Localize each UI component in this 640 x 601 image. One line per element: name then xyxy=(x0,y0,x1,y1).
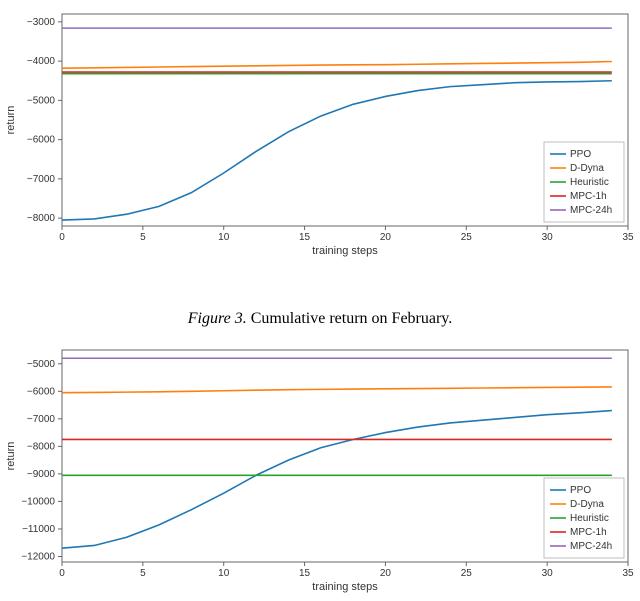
y-tick-label: −10000 xyxy=(21,496,55,507)
x-axis: 0 5 10 15 20 25 30 35 xyxy=(59,562,634,579)
page: 05101520253035−8000−7000−6000−5000−4000−… xyxy=(0,0,640,601)
x-tick-label: 15 xyxy=(299,232,311,243)
legend-label: PPO xyxy=(570,149,591,160)
x-tick-label: 35 xyxy=(622,232,634,243)
legend-label: MPC-1h xyxy=(570,527,607,538)
x-axis: 0 5 10 15 20 25 30 35 xyxy=(59,226,634,243)
legend: PPO D-Dyna Heuristic MPC-1h MPC-24h xyxy=(544,478,624,558)
x-tick-label: 20 xyxy=(380,568,392,579)
y-tick-label: −11000 xyxy=(22,524,55,535)
legend-label: MPC-24h xyxy=(570,205,612,216)
legend-label: D-Dyna xyxy=(570,499,604,510)
y-tick-label: −8000 xyxy=(27,213,56,224)
x-tick-label: 25 xyxy=(461,568,473,579)
y-axis: −8000 −7000 −6000 −5000 −4000 −3000 xyxy=(27,17,62,224)
figure-caption: Figure 3. Cumulative return on February. xyxy=(0,310,640,328)
chart-bottom: 0 5 10 15 20 25 30 35 −12000 −11000 −10000 −9000 −80… xyxy=(0,340,640,598)
chart-bottom-wrap: 0 5 10 15 20 25 30 35 −12000 −11000 −10000 −9000 −80… xyxy=(0,340,640,598)
y-axis: −12000 −11000 −10000 −9000 −8000 −7000 −6000 −5… xyxy=(21,359,62,563)
y-axis-title: return xyxy=(5,106,17,135)
legend: PPO D-Dyna Heuristic MPC-1h MPC-24h xyxy=(544,142,624,222)
x-tick-label: 5 xyxy=(140,232,146,243)
x-tick-label: 30 xyxy=(542,232,554,243)
x-tick-label: 30 xyxy=(542,568,554,579)
x-tick-label: 5 xyxy=(140,568,146,579)
y-tick-label: −5000 xyxy=(27,359,56,370)
y-tick-label: −12000 xyxy=(21,551,55,562)
x-axis-title: training steps xyxy=(312,581,378,593)
legend-label: MPC-24h xyxy=(570,541,612,552)
x-tick-label: 20 xyxy=(380,232,392,243)
legend-label: MPC-1h xyxy=(570,191,607,202)
y-tick-label: −6000 xyxy=(27,135,56,146)
y-tick-label: −7000 xyxy=(27,414,56,425)
y-tick-label: −5000 xyxy=(27,95,56,106)
figure-caption-text: Cumulative return on February. xyxy=(251,310,453,327)
y-tick-label: −7000 xyxy=(27,174,56,185)
figure-number: Figure 3. xyxy=(188,310,247,327)
y-tick-label: −9000 xyxy=(27,469,56,480)
x-tick-label: 10 xyxy=(218,232,230,243)
series-line-d-dyna xyxy=(62,62,612,69)
y-tick-label: −3000 xyxy=(27,17,56,28)
series-line-d-dyna xyxy=(62,387,612,393)
y-tick-label: −6000 xyxy=(27,386,56,397)
legend-label: PPO xyxy=(570,485,591,496)
legend-label: D-Dyna xyxy=(570,163,604,174)
x-tick-label: 0 xyxy=(59,568,65,579)
x-tick-label: 15 xyxy=(299,568,311,579)
series-line-ppo xyxy=(62,411,612,549)
legend-label: Heuristic xyxy=(570,513,609,524)
x-tick-label: 25 xyxy=(461,232,473,243)
y-axis-title: return xyxy=(5,442,17,471)
y-tick-label: −8000 xyxy=(27,441,56,452)
plot-area xyxy=(62,14,628,226)
x-tick-label: 0 xyxy=(59,232,65,243)
x-tick-label: 10 xyxy=(218,568,230,579)
x-tick-label: 35 xyxy=(622,568,634,579)
legend-label: Heuristic xyxy=(570,177,609,188)
y-tick-label: −4000 xyxy=(27,56,56,67)
x-axis-title: training steps xyxy=(312,245,378,257)
chart-top: 05101520253035−8000−7000−6000−5000−4000−… xyxy=(0,4,640,262)
chart-top-wrap: 05101520253035−8000−7000−6000−5000−4000−… xyxy=(0,4,640,262)
series-line-ppo xyxy=(62,81,612,220)
